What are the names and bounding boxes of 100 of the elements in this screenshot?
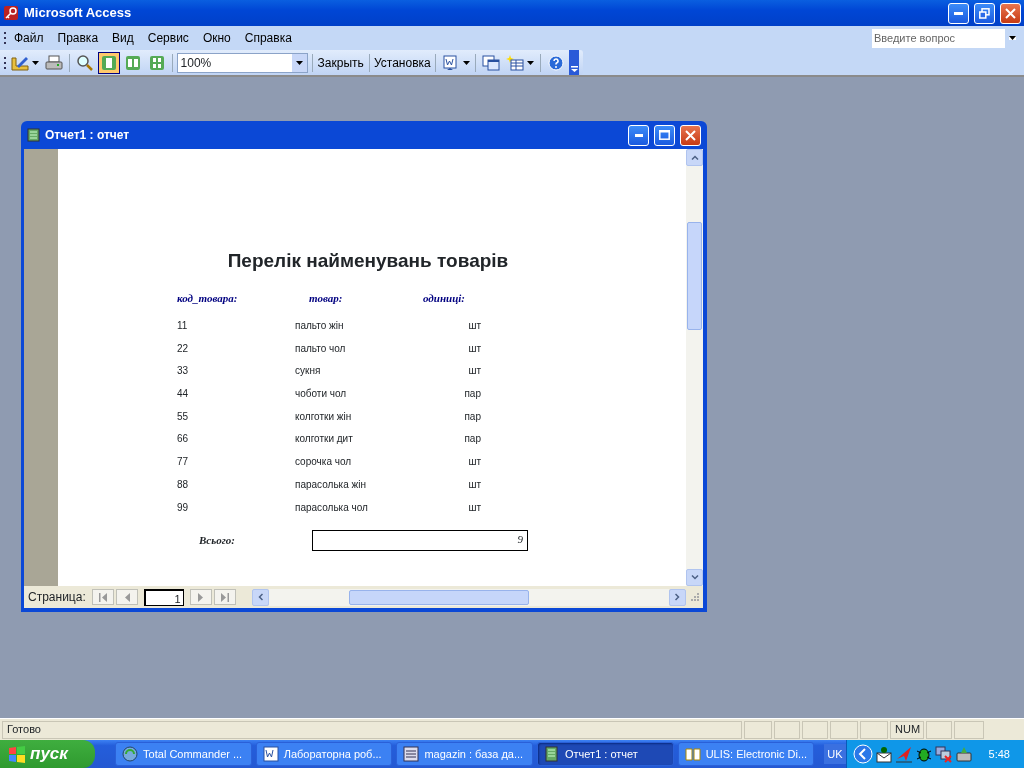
bug-icon[interactable]: [914, 745, 933, 763]
table-icon: [403, 746, 420, 762]
close-icon: [685, 129, 696, 141]
last-page-button[interactable]: [213, 589, 236, 605]
table-cell-text: шт: [467, 477, 481, 492]
menu-item[interactable]: Файл: [7, 28, 51, 48]
maximize-icon: [659, 130, 670, 140]
dropdown-caret-icon[interactable]: [1009, 36, 1016, 40]
column-header: одиниці:: [423, 290, 466, 306]
printer-icon: [44, 54, 63, 71]
close-button[interactable]: [1000, 2, 1021, 24]
close-icon: [1005, 7, 1016, 19]
restore-button[interactable]: [974, 2, 995, 24]
table-cell-text: 99: [177, 500, 190, 515]
scroll-thumb[interactable]: [687, 222, 702, 330]
table-cell-text: шт: [467, 364, 481, 379]
total-label: Всього:: [199, 533, 236, 549]
chevron-left-icon: [257, 593, 263, 601]
minimize-icon: [634, 133, 643, 137]
table-cell-text: 66: [177, 432, 190, 447]
document-icon: [441, 54, 458, 71]
network-disconnected-icon[interactable]: [934, 745, 953, 763]
one-page-button[interactable]: [97, 51, 120, 74]
table-cell-text: шт: [467, 455, 481, 470]
table-cell-text: колготки жін: [295, 409, 353, 424]
page-number-field[interactable]: 1: [143, 588, 184, 606]
maximize-button[interactable]: [654, 124, 675, 146]
taskbar-button[interactable]: magazin : база да...: [396, 742, 533, 766]
table-cell-text: шт: [467, 319, 481, 333]
scroll-down-button[interactable]: [686, 569, 703, 586]
resize-grip-icon: [689, 592, 700, 602]
status-panel: [926, 720, 952, 739]
page-icon: [124, 54, 141, 71]
page-icon: [148, 54, 165, 71]
close-button[interactable]: [680, 124, 701, 146]
previous-page-button[interactable]: [115, 589, 138, 605]
menu-item[interactable]: Окно: [195, 28, 238, 48]
status-panel: [860, 720, 888, 739]
table-cell-text: сукня: [295, 364, 322, 379]
page-label: Страница:: [28, 589, 86, 606]
menu-item[interactable]: Справка: [237, 28, 299, 48]
dropdown-caret-icon: [295, 60, 303, 65]
table-cell-text: пар: [463, 387, 481, 402]
minimize-button[interactable]: [948, 2, 969, 24]
taskbar-button[interactable]: Total Commander ...: [115, 742, 252, 766]
restore-icon: [979, 7, 990, 19]
window-title: Microsoft Access: [24, 4, 132, 23]
status-panel: [774, 720, 800, 739]
table-cell-text: 22: [177, 341, 190, 356]
table-cell-text: 55: [177, 409, 190, 424]
table-cell-text: 33: [177, 364, 190, 379]
zoom-dropdown[interactable]: 100%: [176, 52, 308, 73]
taskbar-button[interactable]: Лабораторна роб...: [255, 742, 393, 766]
toolbar-options-icon[interactable]: [570, 66, 578, 72]
device-icon[interactable]: [954, 745, 973, 763]
previous-page-icon: [122, 592, 131, 602]
scroll-thumb[interactable]: [348, 589, 529, 605]
help-question-field[interactable]: Введите вопрос: [872, 28, 1005, 48]
chevron-down-icon: [690, 575, 699, 580]
taskbar-button[interactable]: Отчет1 : отчет: [537, 742, 674, 766]
menu-item[interactable]: Вид: [105, 28, 141, 48]
windows-icon: [482, 54, 501, 71]
table-cell-text: парасолька чол: [295, 500, 369, 515]
minimize-icon: [954, 11, 963, 15]
close-button[interactable]: Закрыть: [316, 51, 365, 74]
menu-item[interactable]: Правка: [50, 28, 106, 48]
status-panel: [830, 720, 858, 739]
chevron-up-icon: [690, 155, 699, 160]
scroll-right-button[interactable]: [669, 588, 686, 606]
chevron-left-icon[interactable]: [852, 744, 873, 764]
status-panel: [744, 720, 772, 739]
help-icon: [548, 54, 564, 71]
status-text: Готово: [2, 720, 742, 739]
column-header: товар:: [308, 290, 344, 306]
first-page-button[interactable]: [91, 589, 114, 605]
first-page-icon: [98, 592, 107, 602]
num-lock-indicator: NUM: [890, 720, 924, 739]
app-icon: [122, 746, 139, 762]
document-icon: [262, 746, 279, 762]
minimize-button[interactable]: [628, 124, 649, 146]
clock: 5:48: [988, 746, 1010, 762]
caret-icon: [462, 60, 470, 65]
table-cell-text: 44: [177, 387, 190, 402]
table-cell-text: шт: [467, 341, 481, 356]
next-page-button[interactable]: [189, 589, 212, 605]
table-cell-text: пальто чол: [295, 341, 347, 356]
table-cell-text: сорочка чол: [295, 455, 353, 470]
language-indicator[interactable]: UK: [824, 743, 846, 765]
grip-icon: [4, 32, 7, 44]
menu-item[interactable]: Сервис: [140, 28, 196, 48]
total-value: 9: [312, 530, 528, 552]
ruler-pencil-icon: [10, 54, 29, 71]
scroll-up-button[interactable]: [686, 149, 703, 166]
table-cell-text: колготки дит: [295, 432, 354, 447]
new-table-icon: [506, 54, 525, 71]
scroll-left-button[interactable]: [251, 588, 269, 606]
page-setup-button[interactable]: Установка: [373, 51, 432, 74]
taskbar-button[interactable]: ULIS: Electronic Di...: [677, 742, 815, 766]
report-icon: [544, 746, 560, 762]
key-icon: [3, 5, 19, 21]
